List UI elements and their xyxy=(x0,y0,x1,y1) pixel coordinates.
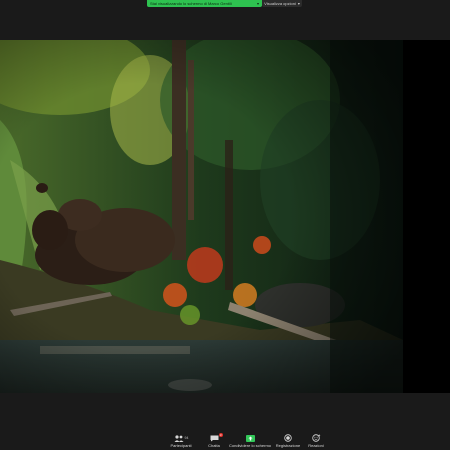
share-screen-label: Condividere lo schermo xyxy=(228,443,272,448)
meeting-toolbar: 94 Partecipanti 3 Chatta Condividere lo … xyxy=(0,432,450,450)
chevron-down-icon: ▾ xyxy=(297,1,300,6)
forest-photo-illustration xyxy=(0,40,403,393)
reactions-label: Reazioni xyxy=(308,443,324,448)
chat-button[interactable]: 3 Chatta xyxy=(196,433,232,450)
chat-label: Chatta xyxy=(208,443,220,448)
shared-photo-bears-in-forest xyxy=(0,40,403,393)
shared-screen-area xyxy=(0,40,450,393)
top-bar: Stai visualizzando lo schermo di Marco G… xyxy=(0,0,450,9)
chat-icon xyxy=(210,435,218,441)
share-screen-button[interactable]: Condividere lo schermo xyxy=(228,434,272,450)
record-icon xyxy=(284,434,292,442)
participants-count: 94 xyxy=(184,436,189,440)
chevron-down-icon: ▾ xyxy=(256,1,259,6)
smiley-icon xyxy=(311,434,320,442)
view-options-button[interactable]: Visualizza opzioni ▾ xyxy=(262,0,302,7)
screen-share-banner-label: Stai visualizzando lo schermo di Marco G… xyxy=(150,1,232,6)
record-label: Registrazione xyxy=(275,443,301,448)
reactions-button[interactable]: Reazioni xyxy=(298,434,334,450)
participants-button[interactable]: 94 Partecipanti xyxy=(163,434,199,450)
participants-icon xyxy=(174,434,184,442)
view-options-label: Visualizza opzioni xyxy=(264,1,296,6)
share-screen-icon xyxy=(245,434,255,442)
screen-share-banner[interactable]: Stai visualizzando lo schermo di Marco G… xyxy=(147,0,262,7)
chat-unread-badge: 3 xyxy=(218,433,223,437)
participants-label: Partecipanti xyxy=(170,443,192,448)
